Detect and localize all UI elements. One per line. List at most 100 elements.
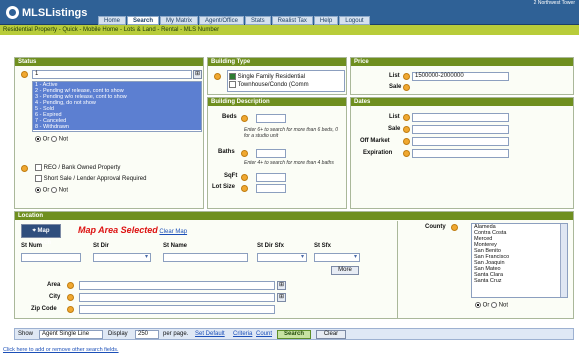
clear-map-link[interactable]: Clear Map bbox=[159, 229, 187, 235]
tab-stats[interactable]: Stats bbox=[244, 16, 271, 25]
st-dir-select[interactable]: ▾ bbox=[93, 253, 151, 262]
help-icon[interactable] bbox=[451, 224, 458, 231]
beds-input[interactable] bbox=[256, 114, 286, 123]
st-sfx-select[interactable]: ▾ bbox=[314, 253, 360, 262]
main-tabs: Home Search My Matrix Agent/Office Stats… bbox=[98, 16, 370, 25]
show-select[interactable]: Agent Single Line bbox=[39, 330, 103, 339]
tab-my-matrix[interactable]: My Matrix bbox=[160, 16, 199, 25]
city-label: City bbox=[49, 294, 61, 300]
status-listbox[interactable]: 1 - Active 2 - Pending w/ release, cont … bbox=[32, 81, 202, 132]
lookup-icon[interactable]: ⊞ bbox=[277, 293, 286, 302]
set-default-link[interactable]: Set Default bbox=[195, 331, 225, 337]
short-sale-row[interactable]: Short Sale / Lender Approval Required bbox=[35, 175, 146, 182]
help-icon[interactable] bbox=[214, 73, 221, 80]
list-date-input[interactable] bbox=[412, 113, 509, 122]
building-type-list[interactable]: Single Family Residential Townhouse/Cond… bbox=[227, 70, 345, 92]
tab-help[interactable]: Help bbox=[313, 16, 339, 25]
search-button[interactable]: Search bbox=[277, 330, 311, 339]
help-icon[interactable] bbox=[67, 294, 74, 301]
off-market-label: Off Market bbox=[360, 138, 390, 144]
help-icon[interactable] bbox=[67, 282, 74, 289]
tab-agent-office[interactable]: Agent/Office bbox=[199, 16, 244, 25]
county-option[interactable]: Santa Cruz bbox=[472, 278, 567, 284]
tab-home[interactable]: Home bbox=[98, 16, 127, 25]
single-family-label: Single Family Residential bbox=[237, 74, 306, 81]
map-area-selected: Map Area Selected bbox=[78, 225, 158, 235]
expiration-label: Expiration bbox=[363, 150, 393, 156]
help-icon[interactable] bbox=[21, 165, 28, 172]
building-type-option[interactable]: Single Family Residential bbox=[229, 73, 344, 80]
status-input[interactable]: 1 bbox=[32, 70, 192, 79]
tab-search[interactable]: Search bbox=[127, 16, 160, 25]
building-type-panel: Building Type Single Family Residential … bbox=[207, 57, 347, 95]
lot-size-label: Lot Size bbox=[212, 184, 236, 190]
lookup-icon[interactable]: ⊞ bbox=[193, 70, 202, 79]
location-panel: Location ⌖ Map Search Map Area Selected … bbox=[14, 211, 574, 319]
help-icon[interactable] bbox=[403, 84, 410, 91]
logo-icon bbox=[6, 6, 19, 19]
more-button[interactable]: More bbox=[331, 266, 359, 275]
clear-button[interactable]: Clear bbox=[316, 330, 346, 339]
display-label: Display bbox=[108, 331, 128, 337]
not-radio[interactable] bbox=[51, 136, 58, 142]
help-icon[interactable] bbox=[241, 115, 248, 122]
zip-label: Zip Code bbox=[31, 306, 57, 312]
tab-logout[interactable]: Logout bbox=[339, 16, 370, 25]
count-link[interactable]: Count bbox=[256, 331, 272, 337]
townhouse-checkbox[interactable] bbox=[229, 81, 236, 89]
mlslistings-logo[interactable]: MLSListings bbox=[6, 4, 87, 21]
help-icon[interactable] bbox=[241, 174, 248, 181]
st-dir-sfx-select[interactable]: ▾ bbox=[257, 253, 307, 262]
county-listbox[interactable]: Alameda Contra Costa Merced Monterey San… bbox=[471, 223, 568, 298]
not-radio[interactable] bbox=[51, 187, 58, 193]
dates-list-label: List bbox=[389, 114, 400, 120]
criteria-link[interactable]: Criteria bbox=[233, 331, 252, 337]
scrollbar[interactable] bbox=[560, 224, 567, 297]
st-dir-label: St Dir bbox=[93, 243, 110, 249]
sqft-input[interactable] bbox=[256, 173, 286, 182]
display-select[interactable]: 250 bbox=[135, 330, 159, 339]
area-input[interactable] bbox=[79, 281, 275, 290]
lot-size-input[interactable] bbox=[256, 184, 286, 193]
help-icon[interactable] bbox=[403, 73, 410, 80]
tab-realist-tax[interactable]: Realist Tax bbox=[271, 16, 313, 25]
help-icon[interactable] bbox=[241, 185, 248, 192]
or-radio[interactable] bbox=[35, 187, 41, 193]
help-icon[interactable] bbox=[403, 114, 410, 121]
sale-date-input[interactable] bbox=[412, 125, 509, 134]
or-radio[interactable] bbox=[475, 302, 481, 308]
city-input[interactable] bbox=[79, 293, 275, 302]
help-icon[interactable] bbox=[403, 126, 410, 133]
dates-panel: Dates List Sale Off Market Expiration bbox=[350, 97, 574, 209]
single-family-checkbox[interactable] bbox=[229, 73, 236, 80]
add-remove-fields-link[interactable]: Click here to add or remove other search… bbox=[3, 347, 119, 353]
lookup-icon[interactable]: ⊞ bbox=[277, 281, 286, 290]
help-icon[interactable] bbox=[241, 150, 248, 157]
help-icon[interactable] bbox=[403, 138, 410, 145]
help-icon[interactable] bbox=[67, 306, 74, 313]
off-market-input[interactable] bbox=[412, 137, 509, 146]
st-dir-sfx-label: St Dir Sfx bbox=[257, 243, 285, 249]
st-num-label: St Num bbox=[21, 243, 42, 249]
baths-input[interactable] bbox=[256, 149, 286, 158]
expiration-input[interactable] bbox=[412, 149, 509, 158]
help-icon[interactable] bbox=[403, 150, 410, 157]
reo-label: REO / Bank Owned Property bbox=[43, 165, 121, 172]
status-option[interactable]: 8 - Withdrawn bbox=[33, 124, 201, 130]
building-description-title: Building Description bbox=[208, 98, 346, 106]
or-radio[interactable] bbox=[35, 136, 41, 142]
reo-checkbox[interactable] bbox=[35, 164, 42, 171]
map-search-button[interactable]: ⌖ Map Search bbox=[21, 224, 61, 246]
help-icon[interactable] bbox=[21, 71, 28, 78]
building-type-option[interactable]: Townhouse/Condo (Comm bbox=[229, 81, 344, 88]
property-type-subnav[interactable]: Residential Property - Quick - Mobile Ho… bbox=[0, 25, 579, 35]
not-radio[interactable] bbox=[491, 302, 498, 308]
st-num-input[interactable] bbox=[21, 253, 81, 262]
reo-checkbox-row[interactable]: REO / Bank Owned Property bbox=[35, 164, 120, 171]
or-label: Or bbox=[42, 136, 50, 143]
short-sale-checkbox[interactable] bbox=[35, 175, 42, 182]
st-name-input[interactable] bbox=[163, 253, 248, 262]
list-price-input[interactable]: 1500000-2000000 bbox=[412, 72, 509, 81]
building-description-panel: Building Description Beds Enter 6+ to se… bbox=[207, 97, 347, 209]
zip-input[interactable] bbox=[79, 305, 275, 314]
